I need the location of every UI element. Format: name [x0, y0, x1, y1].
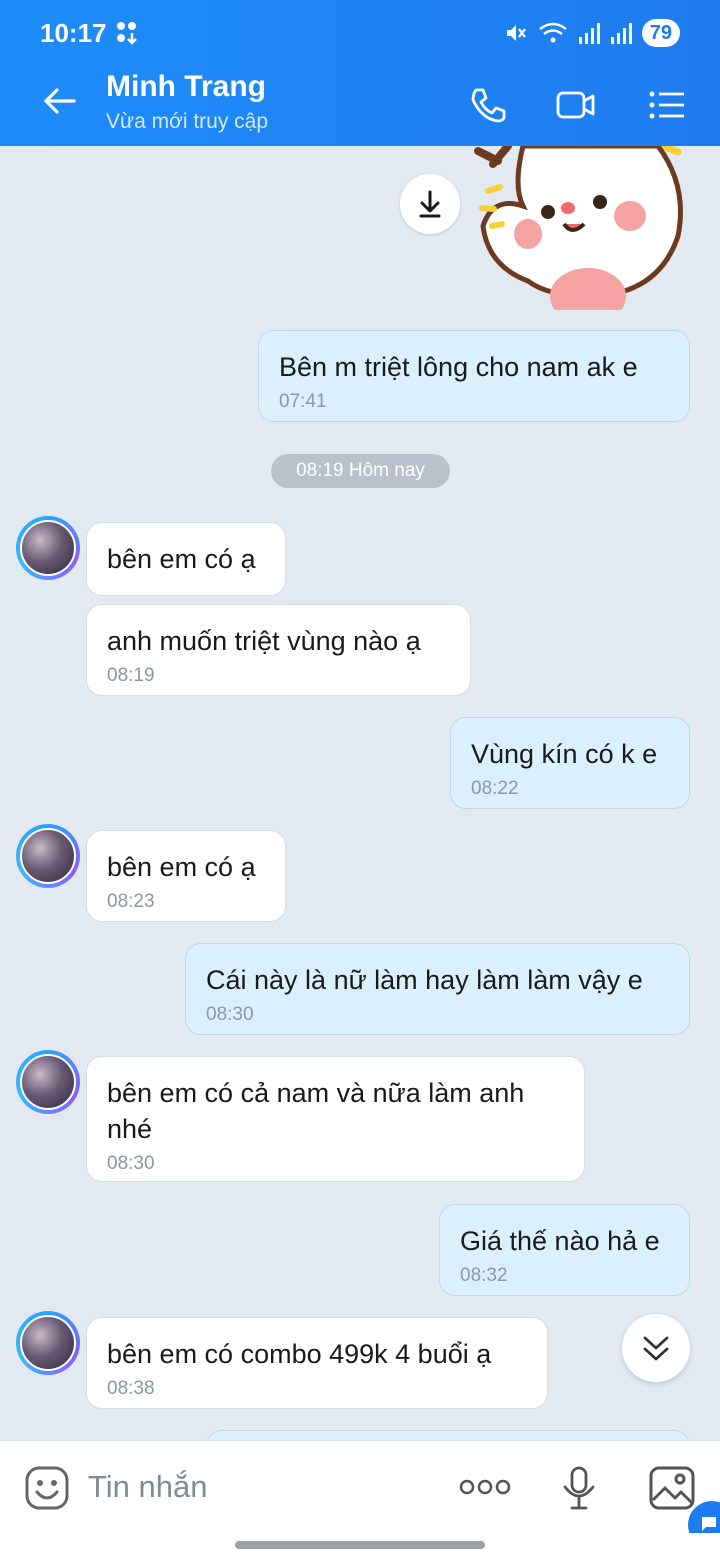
back-arrow-icon[interactable] [40, 82, 78, 120]
message-time: 08:30 [107, 1153, 155, 1174]
list-menu-icon[interactable] [648, 86, 688, 124]
mute-icon [506, 25, 526, 41]
message-time: 08:32 [460, 1265, 508, 1286]
message-bubble-out-partial[interactable] [206, 1430, 690, 1440]
download-button[interactable] [400, 174, 460, 234]
chat-bubble-icon[interactable] [688, 1501, 720, 1533]
message-bubble-out[interactable]: Cái này là nữ làm hay làm làm vậy e 08:3… [185, 943, 690, 1035]
date-separator: 08:19 Hôm nay [271, 454, 450, 488]
avatar[interactable] [16, 824, 80, 888]
status-bar: 10:17 79 [0, 0, 720, 66]
message-text: Bên m triệt lông cho nam ak e [279, 352, 638, 382]
gesture-navigation-bar[interactable] [235, 1541, 485, 1549]
message-time: 08:22 [471, 778, 519, 799]
more-dots-icon[interactable] [459, 1477, 511, 1497]
chat-header: 10:17 79 Minh Trang Vừa mới truy cập [0, 0, 720, 146]
message-text: anh muốn triệt vùng nào ạ [107, 626, 421, 656]
phone-icon[interactable] [468, 86, 508, 124]
sticker-icon[interactable] [24, 1465, 70, 1511]
message-bubble-in[interactable]: bên em có ạ 08:23 [86, 830, 286, 922]
message-time: 08:23 [107, 891, 155, 912]
message-bubble-out[interactable]: Giá thế nào hả e 08:32 [439, 1204, 690, 1296]
message-bubble-in[interactable]: bên em có combo 499k 4 buổi ạ 08:38 [86, 1317, 548, 1409]
message-time: 07:41 [279, 391, 327, 412]
message-input[interactable]: Tin nhắn [88, 1469, 208, 1505]
message-text: bên em có cả nam và nữa làm anh nhé [107, 1078, 525, 1144]
status-time: 10:17 [40, 18, 107, 48]
avatar[interactable] [16, 1050, 80, 1114]
contact-status: Vừa mới truy cập [106, 110, 269, 133]
mic-icon[interactable] [561, 1465, 597, 1511]
download-icon [419, 190, 441, 218]
message-text: Vùng kín có k e [471, 739, 658, 769]
signal-icon [578, 23, 600, 44]
wifi-icon [538, 22, 567, 43]
message-text: bên em có combo 499k 4 buổi ạ [107, 1339, 492, 1369]
app-notification-icon [117, 22, 137, 45]
message-time: 08:30 [206, 1004, 254, 1025]
message-bubble-out[interactable]: Bên m triệt lông cho nam ak e 07:41 [258, 330, 690, 422]
avatar[interactable] [16, 516, 80, 580]
sticker-image[interactable] [468, 146, 692, 310]
message-text: bên em có ạ [107, 544, 256, 574]
scroll-to-bottom-button[interactable] [622, 1314, 690, 1382]
contact-name[interactable]: Minh Trang [106, 70, 266, 104]
message-bubble-out[interactable]: Vùng kín có k e 08:22 [450, 717, 690, 809]
video-call-icon[interactable] [556, 86, 596, 124]
double-chevron-down-icon [643, 1336, 669, 1361]
message-text: Cái này là nữ làm hay làm làm vậy e [206, 965, 643, 995]
message-bubble-in[interactable]: anh muốn triệt vùng nào ạ 08:19 [86, 604, 471, 696]
message-text: bên em có ạ [107, 852, 256, 882]
message-time: 08:38 [107, 1378, 155, 1399]
message-text: Giá thế nào hả e [460, 1226, 660, 1256]
battery-indicator: 79 [641, 19, 680, 47]
status-icons: 79 [504, 18, 680, 48]
signal-icon-2 [610, 23, 632, 44]
message-bubble-in[interactable]: bên em có ạ [86, 522, 286, 596]
message-bubble-in[interactable]: bên em có cả nam và nữa làm anh nhé 08:3… [86, 1056, 585, 1182]
message-input-bar: Tin nhắn [0, 1440, 720, 1561]
avatar[interactable] [16, 1311, 80, 1375]
message-list[interactable]: Bên m triệt lông cho nam ak e 07:41 08:1… [0, 146, 720, 1440]
message-time: 08:19 [107, 665, 155, 686]
